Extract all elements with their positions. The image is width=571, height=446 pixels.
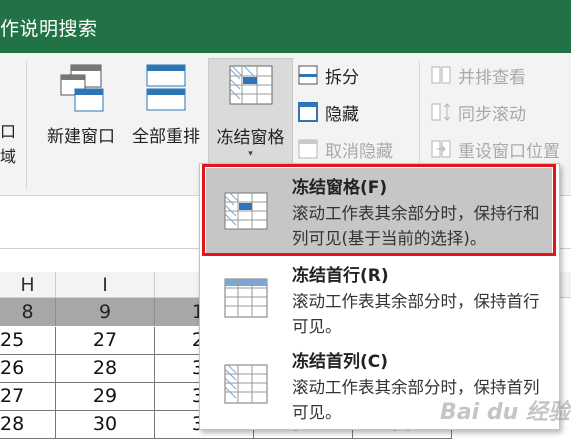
grid-cell[interactable]: 28 xyxy=(56,355,155,383)
unhide-icon xyxy=(298,139,318,159)
hide-label: 隐藏 xyxy=(325,104,359,125)
grid-cell[interactable]: 29 xyxy=(56,383,155,411)
frozen-row-cell[interactable]: 9 xyxy=(56,298,155,326)
title-bar: 作说明搜索 xyxy=(0,0,571,53)
new-window-button[interactable]: 新建窗口 xyxy=(40,58,122,168)
unhide-button[interactable]: 取消隐藏 xyxy=(298,135,393,163)
watermark: Bai du 经验 xyxy=(440,400,570,425)
menu-item-description: 滚动工作表其余部分时，保持首行可见。 xyxy=(292,292,540,336)
left-fragment-line-1: 口 xyxy=(0,122,17,141)
menu-item-title: 冻结首行(R) xyxy=(292,266,389,286)
sync-scroll-label: 同步滚动 xyxy=(458,104,526,125)
tell-me-search[interactable]: 作说明搜索 xyxy=(0,14,98,41)
grid-cell[interactable]: 28 xyxy=(0,411,56,439)
ribbon-left-fragment: 口 域 xyxy=(0,119,16,169)
grid-cell[interactable]: 27 xyxy=(56,327,155,355)
freeze-panes-icon xyxy=(229,65,272,105)
side-by-side-icon xyxy=(431,66,451,84)
hide-icon xyxy=(298,102,318,122)
view-side-by-side-label: 并排查看 xyxy=(458,67,526,88)
grid-cell[interactable]: 27 xyxy=(0,383,56,411)
split-label: 拆分 xyxy=(325,67,359,88)
split-icon xyxy=(298,65,318,85)
freeze-first-column-icon xyxy=(224,364,268,404)
freeze-panes-label: 冻结窗格 xyxy=(216,128,285,148)
hide-button[interactable]: 隐藏 xyxy=(298,98,359,126)
arrange-all-icon xyxy=(146,64,186,111)
unhide-label: 取消隐藏 xyxy=(325,141,393,162)
new-window-label: 新建窗口 xyxy=(47,127,115,147)
reset-window-icon xyxy=(431,140,451,158)
menu-item-title: 冻结首列(C) xyxy=(292,352,389,372)
reset-window-position-label: 重设窗口位置 xyxy=(458,141,560,162)
grid-cell[interactable]: 25 xyxy=(0,327,56,355)
arrange-all-label: 全部重排 xyxy=(132,127,200,147)
freeze-panes-button[interactable]: 冻结窗格 ▾ xyxy=(208,58,293,168)
left-fragment-line-2: 域 xyxy=(0,147,17,166)
menu-item-freeze-top-row[interactable]: 冻结首行(R) 滚动工作表其余部分时，保持首行可见。 xyxy=(206,256,552,340)
arrange-all-button[interactable]: 全部重排 xyxy=(125,58,207,168)
freeze-top-row-icon xyxy=(224,278,268,318)
column-header-h[interactable]: H xyxy=(0,272,56,298)
column-header-i[interactable]: I xyxy=(56,272,155,298)
sync-scroll-icon xyxy=(431,103,451,121)
split-button[interactable]: 拆分 xyxy=(298,61,359,89)
frozen-row-cell[interactable]: 8 xyxy=(0,298,56,326)
highlight-annotation xyxy=(202,164,556,256)
sync-scroll-button[interactable]: 同步滚动 xyxy=(431,98,526,126)
chevron-down-icon: ▾ xyxy=(248,149,253,159)
grid-cell[interactable]: 26 xyxy=(0,355,56,383)
ribbon-divider xyxy=(26,61,27,189)
new-window-icon xyxy=(60,64,104,112)
grid-cell[interactable]: 30 xyxy=(56,411,155,439)
view-side-by-side-button[interactable]: 并排查看 xyxy=(431,61,526,89)
reset-window-position-button[interactable]: 重设窗口位置 xyxy=(431,135,560,163)
